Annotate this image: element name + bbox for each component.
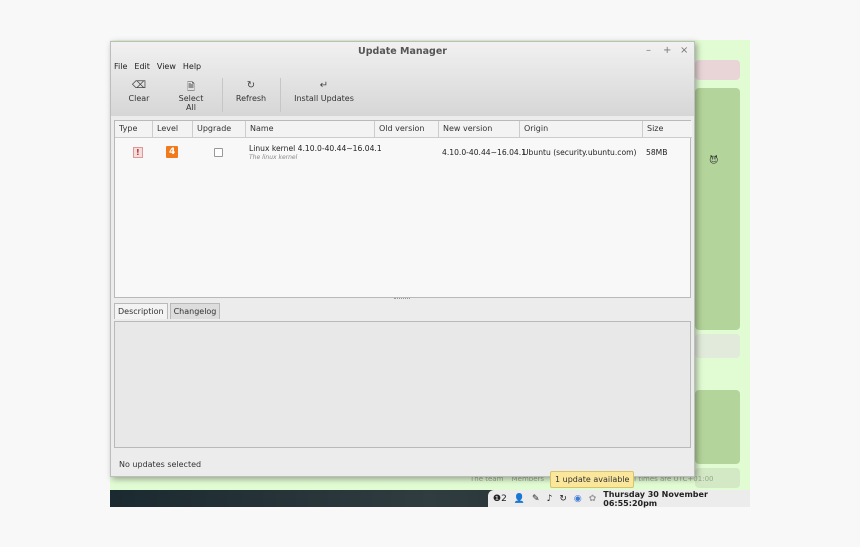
refresh-icon: ↻ xyxy=(246,80,256,91)
update-tooltip: 1 update available xyxy=(550,471,635,488)
updates-table: Type Level Upgrade Name Old version New … xyxy=(114,120,692,298)
col-new-version[interactable]: New version xyxy=(439,121,520,138)
menu-file[interactable]: File xyxy=(114,62,127,71)
size: 58MB xyxy=(646,148,668,157)
shield-icon[interactable]: ◉ xyxy=(574,494,582,504)
select-all-button[interactable]: 🗎 Select All xyxy=(173,80,209,112)
new-version: 4.10.0-40.44~16.04.1 xyxy=(442,148,526,157)
package-description: The linux kernel xyxy=(249,154,298,161)
col-upgrade[interactable]: Upgrade xyxy=(193,121,246,138)
system-tray: ❶2 👤 ✎ ♪ ↻ ◉ ✿ Thursday 30 November 06:5… xyxy=(488,490,750,508)
sync-icon[interactable]: ↻ xyxy=(559,494,567,504)
pane-splitter[interactable] xyxy=(394,298,410,299)
select-all-label: Select All xyxy=(178,94,204,112)
refresh-label: Refresh xyxy=(235,94,267,103)
sound-icon[interactable]: ♪ xyxy=(547,494,553,504)
menu-edit[interactable]: Edit xyxy=(134,62,150,71)
maximize-button[interactable]: + xyxy=(663,45,671,56)
window-title: Update Manager xyxy=(358,46,447,57)
web-post-box: 😈 xyxy=(695,88,740,330)
col-level[interactable]: Level xyxy=(153,121,193,138)
titlebar-toolbar: Update Manager – + × File Edit View Help… xyxy=(111,42,694,116)
col-size[interactable]: Size xyxy=(643,121,692,138)
status-text: No updates selected xyxy=(119,460,202,469)
toolbar-separator xyxy=(280,78,281,112)
refresh-button[interactable]: ↻ Refresh xyxy=(235,80,267,103)
pen-icon[interactable]: ✎ xyxy=(532,494,540,504)
web-stats-box xyxy=(695,390,740,464)
web-alert-box xyxy=(695,60,740,80)
toolbar-separator xyxy=(222,78,223,112)
update-notification-icon[interactable]: ❶2 xyxy=(493,494,507,504)
col-origin[interactable]: Origin xyxy=(520,121,643,138)
enter-icon: ↵ xyxy=(319,80,329,91)
clear-label: Clear xyxy=(128,94,150,103)
description-pane xyxy=(114,321,691,448)
menu-bar: File Edit View Help xyxy=(114,62,201,71)
web-panel xyxy=(695,334,740,358)
clear-button[interactable]: ⌫ Clear xyxy=(128,80,150,103)
smiley-icon: 😈 xyxy=(709,156,719,166)
minimize-button[interactable]: – xyxy=(646,45,651,56)
clear-icon: ⌫ xyxy=(131,80,147,91)
origin: Ubuntu (security.ubuntu.com) xyxy=(523,148,637,157)
upgrade-checkbox[interactable] xyxy=(214,148,223,157)
network-icon[interactable]: ✿ xyxy=(589,494,597,504)
col-type[interactable]: Type xyxy=(115,121,153,138)
install-updates-button[interactable]: ↵ Install Updates xyxy=(294,80,354,103)
package-name: Linux kernel 4.10.0-40.44~16.04.1 xyxy=(249,144,382,153)
col-name[interactable]: Name xyxy=(246,121,375,138)
level-badge: 4 xyxy=(166,146,179,158)
menu-help[interactable]: Help xyxy=(183,62,201,71)
document-icon: 🗎 xyxy=(186,82,196,93)
security-type-icon: ! xyxy=(133,147,143,158)
clock[interactable]: Thursday 30 November 06:55:20pm xyxy=(603,490,750,508)
tab-changelog[interactable]: Changelog xyxy=(169,303,221,319)
close-button[interactable]: × xyxy=(680,45,688,56)
col-old-version[interactable]: Old version xyxy=(375,121,439,138)
menu-view[interactable]: View xyxy=(157,62,176,71)
tab-description[interactable]: Description xyxy=(114,303,168,319)
user-icon[interactable]: 👤 xyxy=(514,494,525,504)
details-tabs: Description Changelog xyxy=(114,303,221,319)
update-manager-window: Update Manager – + × File Edit View Help… xyxy=(110,41,695,477)
notification-count: 2 xyxy=(501,493,507,504)
install-updates-label: Install Updates xyxy=(294,94,354,103)
